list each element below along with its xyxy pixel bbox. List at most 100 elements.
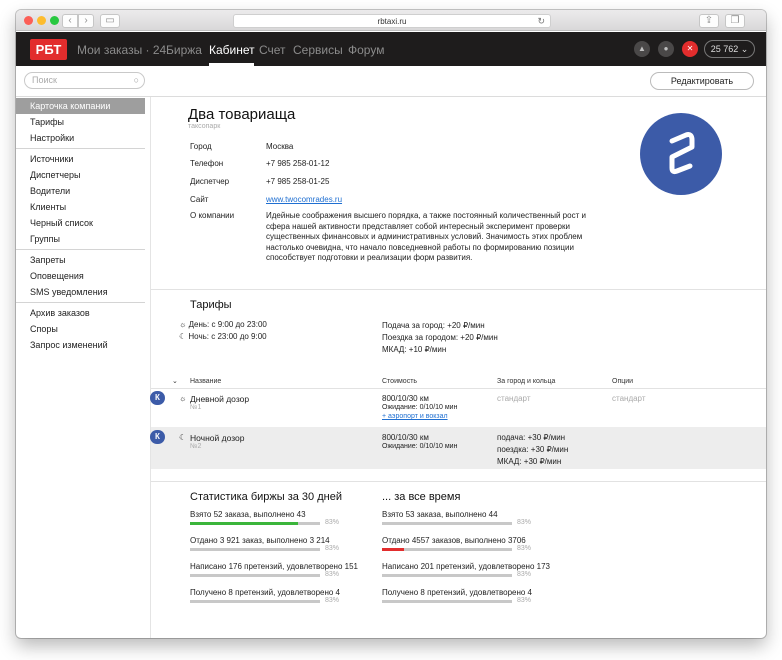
reload-icon[interactable]: ↻ bbox=[537, 15, 545, 28]
stat-percent: 83% bbox=[325, 597, 340, 604]
back-button[interactable]: ‹ bbox=[62, 14, 78, 28]
nav-exchange[interactable]: Биржа bbox=[166, 43, 202, 57]
stat-percent: 83% bbox=[517, 519, 532, 526]
nav-account[interactable]: Счет bbox=[259, 43, 286, 57]
tariff-number: №1 bbox=[190, 404, 202, 411]
minimize-window-button[interactable] bbox=[37, 16, 46, 25]
airport-station-link[interactable]: + аэропорт и вокзал bbox=[382, 413, 448, 420]
sidebar-item-clients[interactable]: Клиенты bbox=[16, 199, 145, 215]
col-header-outside[interactable]: За город и кольца bbox=[497, 378, 555, 385]
tariff-city: Подача за город: +20 ₽/мин bbox=[382, 321, 485, 330]
sidebar: Карточка компании Тарифы Настройки Источ… bbox=[16, 98, 145, 353]
moon-icon: ☾ bbox=[179, 332, 187, 341]
share-icon[interactable]: ⇪ bbox=[699, 14, 719, 28]
sun-icon: ☼ bbox=[179, 394, 187, 403]
night-time-label: Ночь: с 23:00 до 9:00 bbox=[188, 332, 267, 341]
tariff-outside: Поездка за городом: +20 ₽/мин bbox=[382, 333, 498, 342]
sidebar-toggle-icon[interactable]: ▭ bbox=[100, 14, 120, 28]
chat-icon[interactable]: ● bbox=[658, 41, 674, 57]
nav-cabinet[interactable]: Кабинет bbox=[209, 43, 255, 57]
col-header-options[interactable]: Опции bbox=[612, 378, 633, 385]
tariff-mkad: МКАД: +10 ₽/мин bbox=[382, 345, 447, 354]
stat-percent: 83% bbox=[325, 519, 340, 526]
stat-text: Отдано 4557 заказов, выполнено 3706 bbox=[382, 536, 526, 545]
sidebar-item-sources[interactable]: Источники bbox=[16, 151, 145, 167]
stat-progress-bar bbox=[382, 522, 512, 525]
app-header: РБТ Мои заказы · 24 Биржа Кабинет Счет С… bbox=[16, 32, 766, 66]
edit-button[interactable]: Редактировать bbox=[650, 72, 754, 90]
stat-percent: 83% bbox=[325, 545, 340, 552]
tariff-cost: 800/10/30 км bbox=[382, 394, 429, 403]
sidebar-item-archive[interactable]: Архив заказов bbox=[16, 305, 145, 321]
stat-percent: 83% bbox=[325, 571, 340, 578]
stat-progress-bar bbox=[190, 548, 320, 551]
tariffs-title: Тарифы bbox=[190, 299, 232, 311]
tabs-icon[interactable]: ❐ bbox=[725, 14, 745, 28]
sidebar-item-drivers[interactable]: Водители bbox=[16, 183, 145, 199]
sidebar-item-disputes[interactable]: Споры bbox=[16, 321, 145, 337]
stats-title-30-days: Статистика биржы за 30 дней bbox=[190, 491, 342, 503]
company-avatar bbox=[640, 113, 722, 195]
company-about: Идейные соображения высшего порядка, а т… bbox=[266, 211, 586, 263]
sidebar-item-notifications[interactable]: Оповещения bbox=[16, 268, 145, 284]
stats-title-all-time: ... за все время bbox=[382, 491, 461, 503]
nav-forum[interactable]: Форум bbox=[348, 43, 384, 57]
browser-titlebar: ‹ › ▭ rbtaxi.ru ↻ ⇪ ❐ bbox=[16, 10, 766, 31]
tariff-cost: 800/10/30 км bbox=[382, 433, 429, 442]
divider bbox=[16, 96, 766, 97]
stat-progress-bar bbox=[382, 574, 512, 577]
stat-text: Отдано 3 921 заказ, выполнено 3 214 bbox=[190, 536, 330, 545]
stat-percent: 83% bbox=[517, 571, 532, 578]
company-name: Два товариаща bbox=[188, 106, 296, 123]
stat-text: Взято 53 заказа, выполнено 44 bbox=[382, 510, 498, 519]
sidebar-item-sms[interactable]: SMS уведомления bbox=[16, 284, 145, 300]
table-header-divider bbox=[151, 388, 766, 389]
stat-progress-fill bbox=[190, 522, 298, 525]
collapse-chevron-icon[interactable]: ⌄ bbox=[172, 377, 178, 385]
sidebar-border bbox=[150, 97, 151, 638]
company-logo-icon bbox=[669, 132, 695, 175]
sidebar-item-settings[interactable]: Настройки bbox=[16, 130, 145, 146]
tariff-name[interactable]: Дневной дозор bbox=[190, 394, 249, 404]
stat-text: Написано 201 претензий, удовлетворено 17… bbox=[382, 562, 550, 571]
sidebar-item-company-card[interactable]: Карточка компании bbox=[16, 98, 145, 114]
forward-button[interactable]: › bbox=[78, 14, 94, 28]
site-link[interactable]: www.twocomrades.ru bbox=[266, 195, 342, 204]
nav-my-orders[interactable]: Мои заказы · 24 bbox=[77, 43, 166, 57]
col-header-cost[interactable]: Стоимость bbox=[382, 378, 417, 385]
field-label-phone: Телефон bbox=[190, 159, 224, 168]
col-header-name[interactable]: Название bbox=[190, 378, 221, 385]
stat-progress-fill bbox=[382, 548, 405, 551]
tariff-number: №2 bbox=[190, 443, 202, 450]
sidebar-divider bbox=[16, 249, 145, 250]
search-input[interactable]: Поиск ○ bbox=[24, 72, 145, 89]
alert-icon[interactable]: ▲ bbox=[634, 41, 650, 57]
stat-percent: 83% bbox=[517, 597, 532, 604]
section-divider bbox=[151, 481, 766, 482]
zoom-window-button[interactable] bbox=[50, 16, 59, 25]
sidebar-item-blacklist[interactable]: Черный список bbox=[16, 215, 145, 231]
tariff-wait: Ожидание: 0/10/10 мин bbox=[382, 443, 458, 450]
close-window-button[interactable] bbox=[24, 16, 33, 25]
stat-percent: 83% bbox=[517, 545, 532, 552]
stat-progress-bar bbox=[382, 548, 512, 551]
outside-line: МКАД: +30 ₽/мин bbox=[497, 457, 562, 466]
sidebar-item-tariffs[interactable]: Тарифы bbox=[16, 114, 145, 130]
sun-icon: ☼ bbox=[179, 320, 187, 329]
stat-progress-bar bbox=[190, 600, 320, 603]
address-bar[interactable]: rbtaxi.ru ↻ bbox=[233, 14, 551, 28]
outside-line: подача: +30 ₽/мин bbox=[497, 433, 566, 442]
mute-icon[interactable]: ✕ bbox=[682, 41, 698, 57]
sidebar-item-change-requests[interactable]: Запрос изменений bbox=[16, 337, 145, 353]
moon-icon: ☾ bbox=[179, 433, 187, 442]
tariff-name[interactable]: Ночной дозор bbox=[190, 433, 245, 443]
sidebar-item-dispatchers[interactable]: Диспетчеры bbox=[16, 167, 145, 183]
stat-text: Получено 8 претензий, удовлетворено 4 bbox=[382, 588, 533, 597]
balance-dropdown[interactable]: 25 762 ⌄ bbox=[704, 40, 755, 58]
field-label-about: О компании bbox=[190, 211, 235, 220]
sidebar-item-groups[interactable]: Группы bbox=[16, 231, 145, 247]
logo[interactable]: РБТ bbox=[30, 39, 67, 60]
nav-services[interactable]: Сервисы bbox=[293, 43, 343, 57]
sidebar-item-bans[interactable]: Запреты bbox=[16, 252, 145, 268]
stat-text: Написано 176 претензий, удовлетворено 15… bbox=[190, 562, 358, 571]
